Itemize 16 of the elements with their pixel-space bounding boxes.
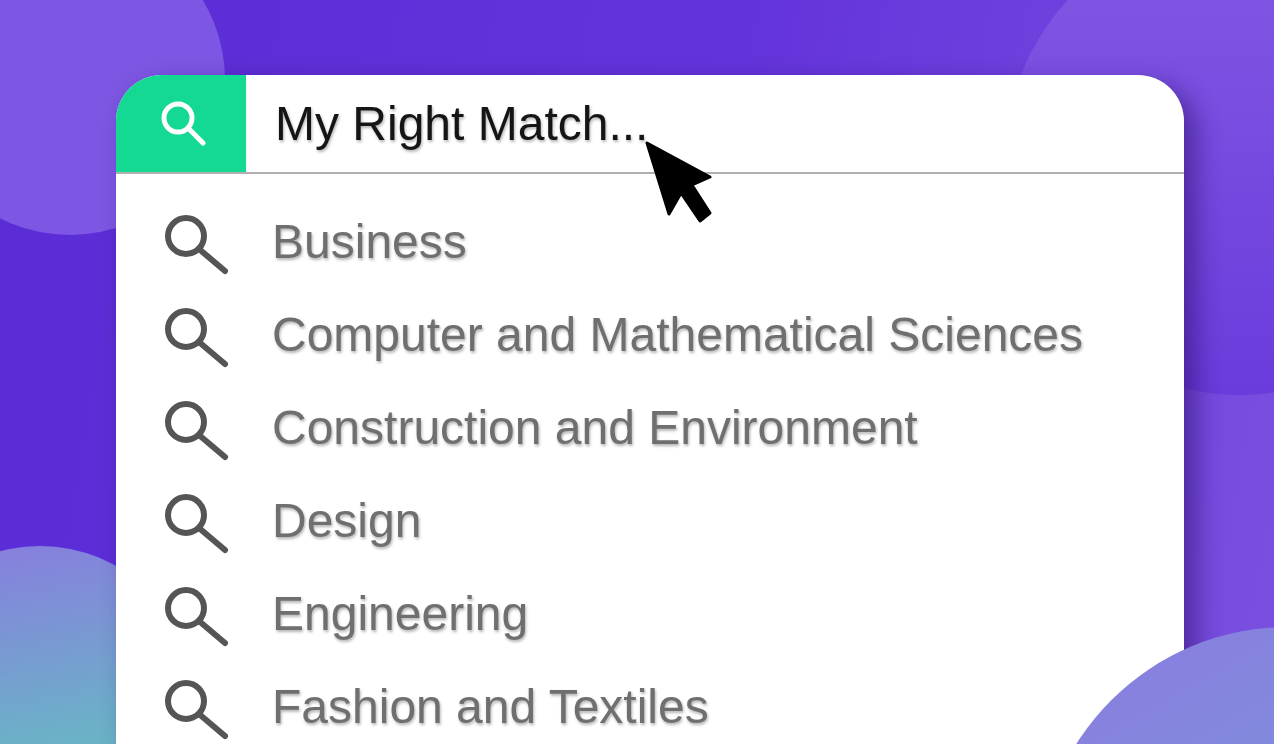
search-icon bbox=[163, 214, 229, 275]
search-icon bbox=[163, 679, 229, 740]
pointer-cursor-icon bbox=[645, 141, 713, 224]
suggestion-item[interactable]: Computer and Mathematical Sciences bbox=[163, 301, 1084, 368]
suggestion-item[interactable]: Business bbox=[163, 208, 467, 275]
search-icon bbox=[163, 493, 229, 554]
search-icon bbox=[160, 101, 206, 146]
search-button[interactable] bbox=[116, 75, 246, 172]
search-icon bbox=[163, 307, 229, 368]
suggestion-item[interactable]: Fashion and Textiles bbox=[163, 673, 709, 740]
suggestion-item[interactable]: Design bbox=[163, 487, 422, 554]
search-field[interactable]: My Right Match... bbox=[246, 75, 1184, 172]
search-icon bbox=[163, 586, 229, 647]
search-icon bbox=[163, 400, 229, 461]
suggestion-item[interactable]: Construction and Environment bbox=[163, 394, 918, 461]
suggestion-item[interactable]: Engineering bbox=[163, 580, 529, 647]
